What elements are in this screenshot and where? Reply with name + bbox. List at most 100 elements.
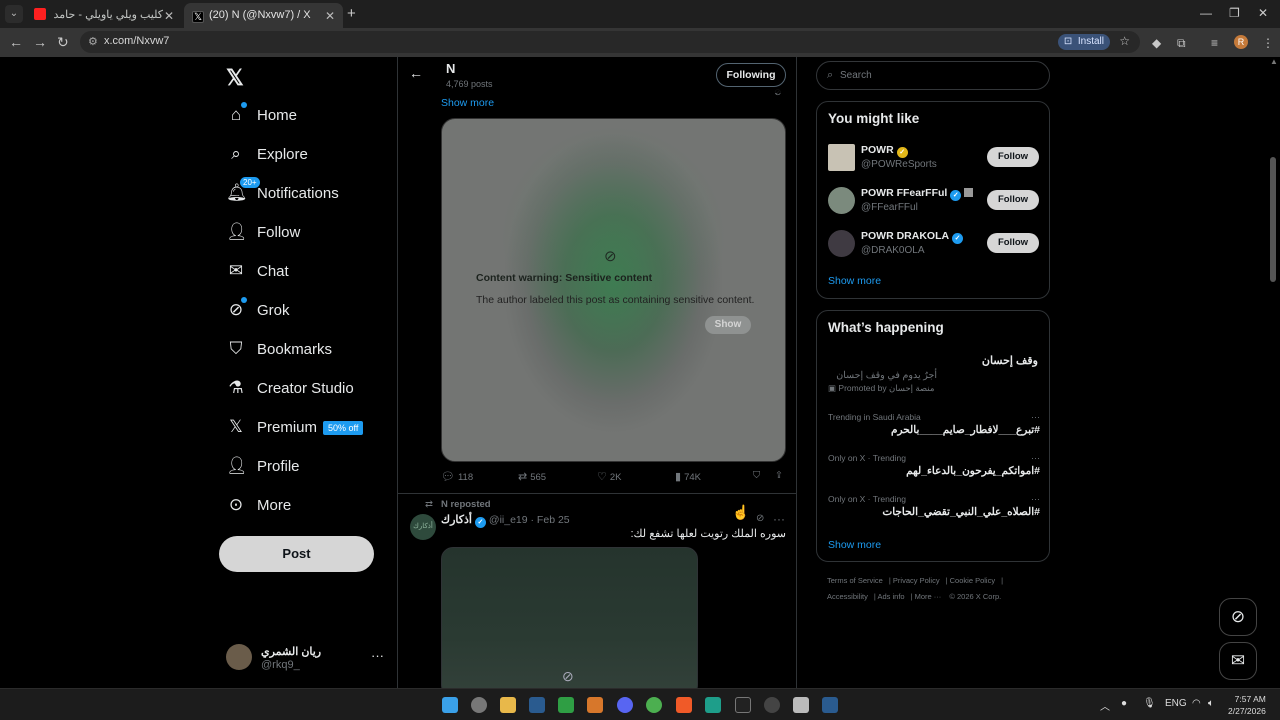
follow-button[interactable]: Follow <box>987 233 1039 253</box>
volume-icon[interactable]: 🔈︎ <box>1208 698 1214 709</box>
suggestion-item[interactable]: POWR DRAKOLA ✓ @DRAK0OLA Follow <box>828 228 1040 260</box>
browser-tab-youtube[interactable]: كليب ويلي ياويلي - حامد الضبعا ✕ <box>26 3 182 28</box>
tab-search-menu[interactable]: ⌄ <box>5 5 23 23</box>
repost-indicator[interactable]: ⇄ N reposted <box>425 499 491 510</box>
settings-app-icon[interactable] <box>471 697 487 713</box>
more-dots-icon[interactable]: ··· <box>773 512 785 526</box>
bookmark-post-icon[interactable]: ⛉ <box>753 470 760 481</box>
nav-item-profile[interactable]: 👤︎ Profile <box>226 448 396 486</box>
footer-link[interactable]: Accessibility <box>827 592 868 601</box>
reload-icon[interactable]: ↻ <box>57 34 69 51</box>
close-tab-icon[interactable]: ✕ <box>164 6 174 27</box>
site-info-icon[interactable]: ⚙ <box>88 35 98 48</box>
repost-button[interactable]: ⇄ 565 <box>518 470 546 483</box>
more-dots-icon[interactable]: ··· <box>1031 412 1040 422</box>
tray-chevron-icon[interactable]: ︿ <box>1100 698 1110 713</box>
close-window-icon[interactable]: ✕ <box>1258 6 1268 20</box>
avatar[interactable]: أذكارك <box>410 514 436 540</box>
app-icon[interactable] <box>793 697 809 713</box>
footer-link[interactable]: More ··· <box>915 592 942 601</box>
post-author[interactable]: أذكارك ✓ @ii_e19 · Feb 25 <box>441 513 570 528</box>
steam-icon[interactable] <box>529 697 545 713</box>
nav-item-grok[interactable]: ⊘ Grok <box>226 292 396 330</box>
trend-item[interactable]: Only on X · Trending #امواتكم_يفرحون_بال… <box>828 453 1040 477</box>
messages-floating-icon[interactable]: ✉ <box>1219 642 1257 680</box>
grok-floating-icon[interactable]: ⊘ <box>1219 598 1257 636</box>
promoted-title[interactable]: وقف إحسان <box>982 354 1038 367</box>
show-more-link[interactable]: Show more <box>828 275 881 287</box>
close-tab-icon[interactable]: ✕ <box>325 6 335 27</box>
capcut-icon[interactable] <box>735 697 751 713</box>
x-logo-icon[interactable]: 𝕏 <box>226 65 244 91</box>
grok-explain-icon[interactable]: ⊘ <box>756 513 764 524</box>
suggestion-item[interactable]: POWR FFearFFul ✓ @FFearFFul Follow <box>828 185 1040 217</box>
browser-profile-avatar[interactable]: R <box>1234 35 1248 49</box>
wifi-icon[interactable]: ◠ <box>1192 698 1201 709</box>
chrome-icon[interactable] <box>646 697 662 713</box>
nav-item-bookmarks[interactable]: ⛉ Bookmarks <box>226 331 396 369</box>
nav-item-follow[interactable]: 👤︎ Follow <box>226 214 396 252</box>
nav-item-premium[interactable]: 𝕏 Premium 50% off <box>226 409 396 447</box>
scroll-up-icon[interactable]: ▲ <box>1270 57 1278 66</box>
back-arrow-icon[interactable]: ← <box>409 65 423 81</box>
extensions-icon[interactable]: ⧉ <box>1177 36 1186 51</box>
nav-item-explore[interactable]: ⌕ Explore <box>226 136 396 174</box>
bookmark-star-icon[interactable]: ☆ <box>1119 34 1130 48</box>
show-sensitive-button[interactable]: Show <box>705 316 751 334</box>
address-bar[interactable]: ⚙ x.com/Nxvw7 ⊡ Install ☆ <box>80 31 1140 53</box>
share-icon[interactable]: ⇪ <box>775 470 783 481</box>
show-more-link[interactable]: Show more <box>441 97 494 109</box>
post-button[interactable]: Post <box>219 536 374 572</box>
app-icon[interactable] <box>705 697 721 713</box>
sensitive-media[interactable]: ⊘ <box>441 547 698 688</box>
nav-item-notifications[interactable]: 🔔︎ 20+ Notifications <box>226 175 396 213</box>
footer-link[interactable]: Privacy Policy <box>893 576 940 585</box>
more-dots-icon[interactable]: ··· <box>1031 494 1040 504</box>
nav-item-chat[interactable]: ✉ Chat <box>226 253 396 291</box>
extension-diamond-icon[interactable]: ◆ <box>1152 36 1161 50</box>
windows-start-icon[interactable] <box>442 697 458 713</box>
views-button[interactable]: ▮ 74K <box>675 470 701 483</box>
new-tab-button[interactable]: + <box>347 5 356 22</box>
app-icon[interactable] <box>764 697 780 713</box>
trend-item[interactable]: Trending in Saudi Arabia #تبرع___لافطار_… <box>828 412 1040 436</box>
nav-item-home[interactable]: ⌂ Home <box>226 97 396 135</box>
page-scrollbar[interactable] <box>1270 157 1276 282</box>
account-switcher[interactable]: ريان الشمري @rkq9_ ··· <box>226 642 386 674</box>
maximize-window-icon[interactable]: ❐ <box>1229 6 1240 20</box>
like-button[interactable]: ♡ 2K <box>597 470 622 483</box>
footer-link[interactable]: Terms of Service <box>827 576 883 585</box>
install-app-button[interactable]: ⊡ Install <box>1057 34 1110 50</box>
footer-link[interactable]: Cookie Policy <box>950 576 995 585</box>
back-icon[interactable]: ← <box>9 34 23 50</box>
xbox-icon[interactable] <box>558 697 574 713</box>
follow-button[interactable]: Follow <box>987 190 1039 210</box>
trend-item[interactable]: Only on X · Trending #الصلاه_علي_النبي_ت… <box>828 494 1040 518</box>
show-more-link[interactable]: Show more <box>828 539 881 551</box>
nav-item-more[interactable]: ⊙ More <box>226 487 396 525</box>
suggestion-item[interactable]: POWR ✓ @POWReSports Follow <box>828 142 1040 174</box>
more-dots-icon[interactable]: ··· <box>371 648 384 663</box>
browser-menu-icon[interactable]: ⋮ <box>1262 36 1274 50</box>
browser-tab-x[interactable]: 𝕏 (20) N (@Nxvw7) / X ✕ <box>184 3 343 28</box>
clock[interactable]: 7:57 AM 2/27/2026 <box>1228 693 1266 717</box>
language-indicator[interactable]: ENG <box>1165 698 1187 709</box>
forward-icon[interactable]: → <box>33 34 47 50</box>
file-explorer-icon[interactable] <box>500 697 516 713</box>
follow-button[interactable]: Follow <box>987 147 1039 167</box>
search-input[interactable]: ⌕ Search <box>816 61 1050 90</box>
tray-app-icon[interactable]: ● <box>1121 698 1127 709</box>
app-icon[interactable] <box>587 697 603 713</box>
sensitive-media[interactable]: ⊘ Content warning: Sensitive content The… <box>441 118 786 462</box>
minimize-window-icon[interactable]: — <box>1200 6 1212 20</box>
reply-button[interactable]: 💬︎ 118 <box>441 470 473 483</box>
steam-icon[interactable] <box>822 697 838 713</box>
discord-icon[interactable] <box>617 697 633 713</box>
more-dots-icon[interactable]: ··· <box>1031 453 1040 463</box>
nav-item-creator-studio[interactable]: ⚗ Creator Studio <box>226 370 396 408</box>
reading-list-icon[interactable]: ≡ <box>1211 36 1218 50</box>
brave-icon[interactable] <box>676 697 692 713</box>
following-button[interactable]: Following <box>716 63 786 87</box>
microphone-icon[interactable]: 🎙︎ <box>1143 698 1156 709</box>
footer-link[interactable]: Ads info <box>877 592 904 601</box>
